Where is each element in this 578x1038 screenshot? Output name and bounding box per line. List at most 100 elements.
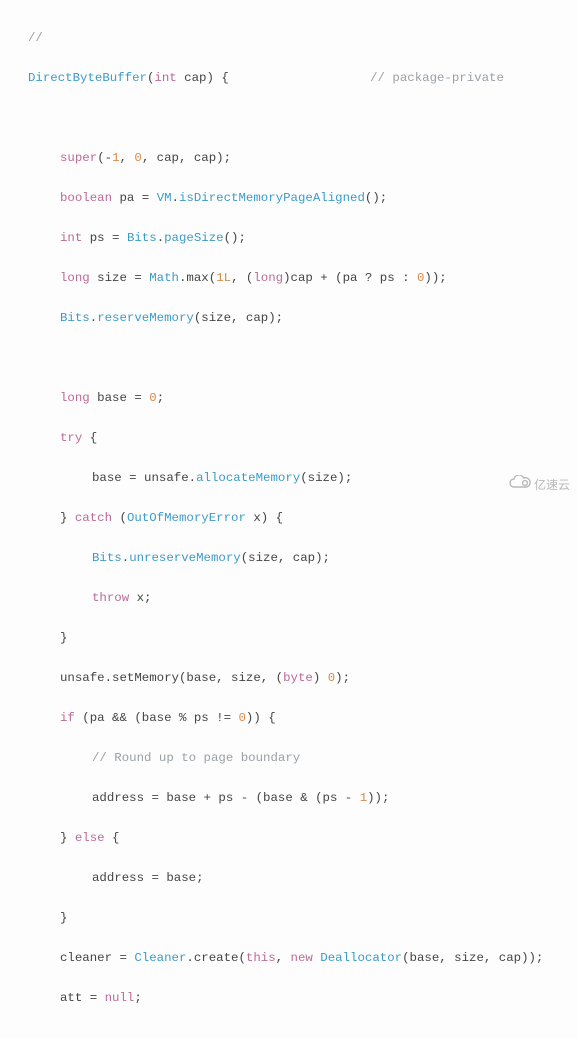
code-text: .create( [186, 951, 246, 965]
method-name: allocateMemory [196, 471, 300, 485]
comment-text: // Round up to page boundary [92, 751, 300, 765]
keyword: int [154, 71, 176, 85]
code-line: if (pa && (base % ps != 0)) { [0, 708, 578, 728]
number: 1L [216, 271, 231, 285]
code-text: (); [224, 231, 246, 245]
code-text: , cap, cap); [142, 151, 231, 165]
code-text: (base, size, cap)); [402, 951, 543, 965]
keyword: boolean [60, 191, 112, 205]
number: 1 [360, 791, 367, 805]
code-block: // DirectByteBuffer(int cap) { // packag… [0, 0, 578, 519]
code-line: } else { [0, 828, 578, 848]
code-text: base = [90, 391, 150, 405]
code-text: { [105, 831, 120, 845]
code-line: } [0, 908, 578, 928]
code-line: long base = 0; [0, 388, 578, 408]
code-text: { [82, 431, 97, 445]
code-text: address = base; [92, 871, 204, 885]
keyword: long [253, 271, 283, 285]
code-text: (); [365, 191, 387, 205]
code-text: (size); [300, 471, 352, 485]
code-text: (size, cap); [241, 551, 330, 565]
keyword: this [246, 951, 276, 965]
code-line: address = base + ps - (base & (ps - 1)); [0, 788, 578, 808]
keyword: if [60, 711, 75, 725]
watermark: 亿速云 [488, 455, 570, 515]
code-line: boolean pa = VM.isDirectMemoryPageAligne… [0, 188, 578, 208]
type-name: VM [157, 191, 172, 205]
code-line: // Round up to page boundary [0, 748, 578, 768]
code-text: . [122, 551, 129, 565]
code-text: , [120, 151, 135, 165]
code-text: size = [90, 271, 150, 285]
number: 1 [112, 151, 119, 165]
code-text: } [60, 911, 67, 925]
type-name: Bits [92, 551, 122, 565]
method-name: pageSize [164, 231, 224, 245]
comment-text: // [28, 31, 43, 45]
code-line: att = null; [0, 988, 578, 1008]
code-text: .max( [179, 271, 216, 285]
code-text: , [276, 951, 291, 965]
keyword: new [291, 951, 313, 965]
keyword: null [105, 991, 135, 1005]
code-text: )) { [246, 711, 276, 725]
code-text: (- [97, 151, 112, 165]
code-line: super(-1, 0, cap, cap); [0, 148, 578, 168]
code-text: . [157, 231, 164, 245]
type-name: Math [149, 271, 179, 285]
code-text: unsafe.setMemory(base, size, ( [60, 671, 283, 685]
code-line: long size = Math.max(1L, (long)cap + (pa… [0, 268, 578, 288]
code-text: , ( [231, 271, 253, 285]
code-text [229, 71, 370, 85]
code-line: address = base; [0, 868, 578, 888]
type-name: OutOfMemoryError [127, 511, 246, 525]
code-text: pa = [112, 191, 157, 205]
code-text: (size, cap); [194, 311, 283, 325]
number: 0 [328, 671, 335, 685]
code-line: unsafe.setMemory(base, size, (byte) 0); [0, 668, 578, 688]
keyword: catch [75, 511, 112, 525]
code-text: } [60, 631, 67, 645]
watermark-text: 亿速云 [534, 475, 570, 495]
keyword: int [60, 231, 82, 245]
code-text: address = base + ps - (base & (ps - [92, 791, 360, 805]
type-name: Bits [60, 311, 90, 325]
number: 0 [134, 151, 141, 165]
code-line: // [0, 28, 578, 48]
type-name: Bits [127, 231, 157, 245]
code-line: Bits.reserveMemory(size, cap); [0, 308, 578, 328]
code-line: } [0, 628, 578, 648]
code-text: )); [424, 271, 446, 285]
code-text [313, 951, 320, 965]
code-text: ; [157, 391, 164, 405]
code-text: x; [129, 591, 151, 605]
code-line: int ps = Bits.pageSize(); [0, 228, 578, 248]
type-name: DirectByteBuffer [28, 71, 147, 85]
comment-text: // package-private [370, 71, 504, 85]
code-text: ) { [206, 71, 228, 85]
code-line [0, 1028, 578, 1038]
keyword: try [60, 431, 82, 445]
code-line [0, 348, 578, 368]
code-text: )); [367, 791, 389, 805]
code-text: (pa && (base % ps != [75, 711, 239, 725]
keyword: throw [92, 591, 129, 605]
code-text: base = unsafe. [92, 471, 196, 485]
code-line: DirectByteBuffer(int cap) { // package-p… [0, 68, 578, 88]
code-text: ; [134, 991, 141, 1005]
method-name: reserveMemory [97, 311, 194, 325]
code-text: cleaner = [60, 951, 134, 965]
code-text: ); [335, 671, 350, 685]
code-text: x) { [246, 511, 283, 525]
number: 0 [238, 711, 245, 725]
type-name: Deallocator [320, 951, 402, 965]
code-line: cleaner = Cleaner.create(this, new Deall… [0, 948, 578, 968]
method-name: unreserveMemory [129, 551, 241, 565]
keyword: long [60, 391, 90, 405]
keyword: super [60, 151, 97, 165]
code-line: try { [0, 428, 578, 448]
code-line: Bits.unreserveMemory(size, cap); [0, 548, 578, 568]
cloud-icon [488, 455, 532, 515]
code-text: } [60, 511, 75, 525]
